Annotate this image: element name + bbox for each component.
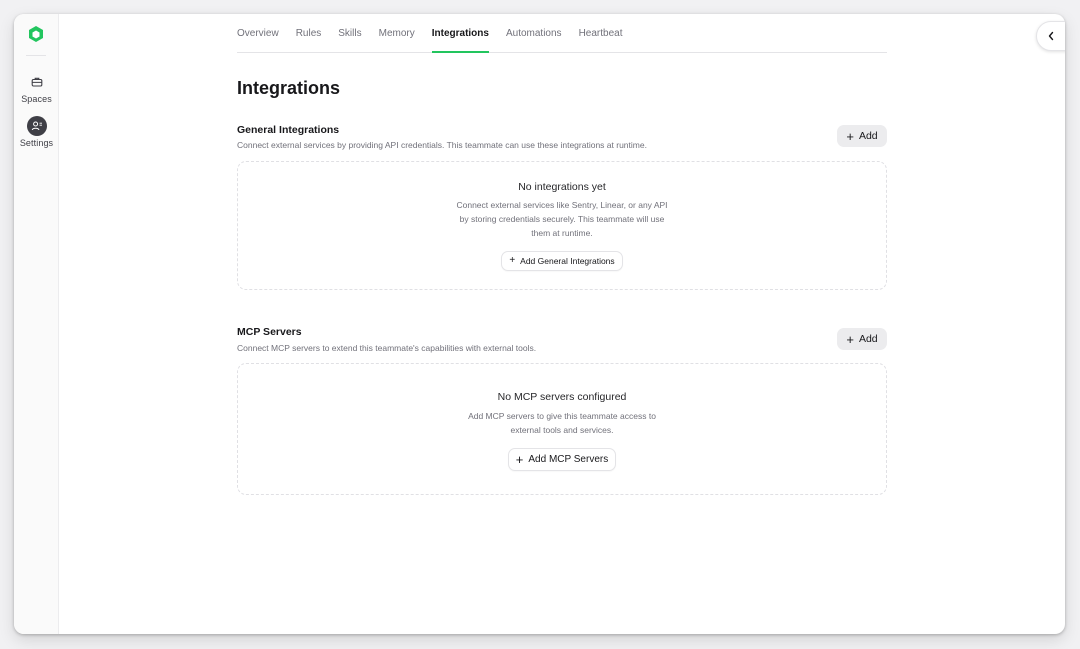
empty-state-title: No MCP servers configured — [497, 391, 627, 403]
chevron-left-icon — [1048, 31, 1054, 41]
tab-overview[interactable]: Overview — [237, 14, 279, 52]
empty-state-line: by storing credentials securely. This te… — [459, 214, 665, 224]
tab-automations[interactable]: Automations — [506, 14, 562, 52]
empty-state-line: them at runtime. — [531, 228, 593, 238]
button-label: Add MCP Servers — [528, 454, 609, 465]
empty-state-line: external tools and services. — [510, 425, 614, 435]
briefcase-icon — [27, 72, 47, 92]
plus-icon: + — [515, 452, 524, 467]
general-integrations-description: Connect external services by providing A… — [237, 140, 647, 150]
sidebar-item-label: Spaces — [21, 94, 52, 104]
sidebar-item-label: Settings — [19, 138, 54, 148]
general-integrations-empty-state: No integrations yet Connect external ser… — [237, 161, 887, 290]
mcp-servers-title: MCP Servers — [237, 326, 302, 338]
button-label: Add General Integrations — [520, 256, 615, 266]
plus-icon: + — [509, 255, 516, 266]
empty-state-text: Connect external services like Sentry, L… — [238, 198, 886, 240]
app-window: Spaces Settings Overview Rules Skills Me… — [14, 14, 1065, 634]
tab-skills[interactable]: Skills — [338, 14, 361, 52]
add-button-label: Add — [858, 130, 878, 142]
sidebar-item-settings[interactable]: Settings — [14, 116, 59, 148]
tab-heartbeat[interactable]: Heartbeat — [579, 14, 623, 52]
empty-state-title: No integrations yet — [518, 181, 606, 193]
mcp-servers-description: Connect MCP servers to extend this teamm… — [237, 343, 537, 353]
add-mcp-servers-button[interactable]: + Add MCP Servers — [507, 448, 617, 471]
sidebar-rail: Spaces Settings — [14, 14, 59, 634]
tab-rules[interactable]: Rules — [296, 14, 322, 52]
add-mcp-server-button[interactable]: + Add — [837, 328, 887, 350]
mcp-servers-empty-state: No MCP servers configured Add MCP server… — [237, 363, 887, 495]
plus-icon: + — [846, 128, 854, 144]
tab-integrations[interactable]: Integrations — [431, 14, 490, 53]
settings-tabs: Overview Rules Skills Memory Integration… — [237, 14, 887, 53]
sidebar-item-spaces[interactable]: Spaces — [14, 72, 59, 104]
plus-icon: + — [846, 331, 854, 347]
empty-state-text: Add MCP servers to give this teammate ac… — [238, 409, 886, 437]
empty-state-line: Connect external services like Sentry, L… — [456, 200, 668, 210]
app-logo-icon[interactable] — [27, 25, 45, 43]
sidebar-divider — [26, 55, 46, 56]
general-integrations-title: General Integrations — [237, 124, 340, 136]
add-general-integration-button[interactable]: + Add — [837, 125, 887, 147]
add-button-label: Add — [858, 333, 878, 345]
tab-memory[interactable]: Memory — [379, 14, 415, 52]
add-general-integrations-button[interactable]: + Add General Integrations — [501, 251, 623, 271]
page-title: Integrations — [237, 78, 341, 98]
user-settings-icon — [26, 116, 47, 136]
empty-state-line: Add MCP servers to give this teammate ac… — [468, 411, 656, 421]
collapse-panel-button[interactable] — [1036, 21, 1065, 51]
